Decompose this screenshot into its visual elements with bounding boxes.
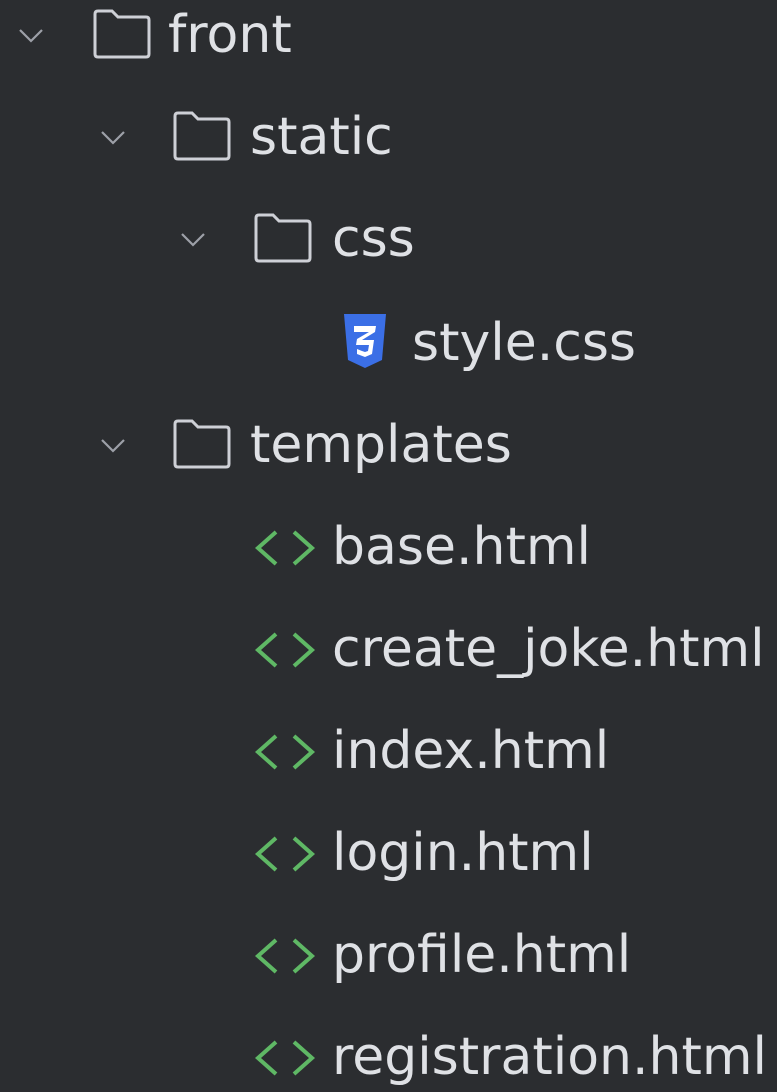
tree-node-file[interactable]: base.html bbox=[0, 512, 777, 614]
tree-label-style-css: style.css bbox=[412, 313, 636, 373]
tree-node-file[interactable]: index.html bbox=[0, 716, 777, 818]
tree-label-file: create_joke.html bbox=[332, 619, 765, 679]
tree-label-file: login.html bbox=[332, 823, 594, 883]
html-file-icon bbox=[252, 1038, 318, 1082]
css-file-icon bbox=[340, 312, 390, 374]
tree-label-static: static bbox=[250, 107, 393, 167]
tree-node-front[interactable]: front bbox=[0, 0, 777, 102]
folder-icon bbox=[92, 8, 152, 60]
tree-label-file: profile.html bbox=[332, 925, 632, 985]
tree-node-file[interactable]: create_joke.html bbox=[0, 614, 777, 716]
tree-label-front: front bbox=[168, 5, 292, 65]
folder-icon bbox=[172, 418, 232, 470]
folder-icon bbox=[172, 110, 232, 162]
tree-node-file[interactable]: profile.html bbox=[0, 920, 777, 1022]
tree-label-css: css bbox=[332, 209, 415, 269]
tree-node-file[interactable]: login.html bbox=[0, 818, 777, 920]
project-tree: front static css style.css templates bas… bbox=[0, 0, 777, 1087]
html-file-icon bbox=[252, 630, 318, 674]
tree-node-file[interactable]: registration.html bbox=[0, 1022, 777, 1087]
html-file-icon bbox=[252, 834, 318, 878]
tree-label-file: base.html bbox=[332, 517, 591, 577]
chevron-down-icon[interactable] bbox=[178, 224, 208, 254]
chevron-down-icon[interactable] bbox=[16, 20, 46, 50]
chevron-down-icon[interactable] bbox=[98, 430, 128, 460]
tree-label-templates: templates bbox=[250, 415, 512, 475]
tree-node-style-css[interactable]: style.css bbox=[0, 308, 777, 410]
tree-node-static[interactable]: static bbox=[0, 102, 777, 204]
folder-icon bbox=[253, 212, 313, 264]
html-file-icon bbox=[252, 936, 318, 980]
tree-label-file: registration.html bbox=[332, 1027, 767, 1087]
tree-label-file: index.html bbox=[332, 721, 610, 781]
html-file-icon bbox=[252, 528, 318, 572]
chevron-down-icon[interactable] bbox=[98, 122, 128, 152]
tree-node-templates[interactable]: templates bbox=[0, 410, 777, 512]
tree-node-css[interactable]: css bbox=[0, 204, 777, 306]
html-file-icon bbox=[252, 732, 318, 776]
